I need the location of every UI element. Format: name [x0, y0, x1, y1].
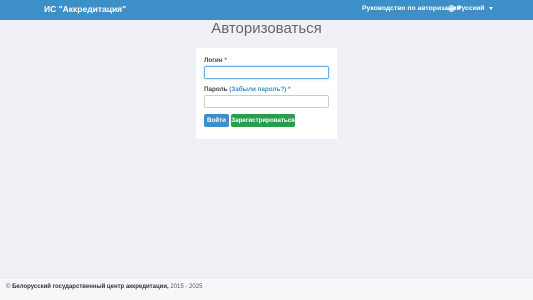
page-title: Авторизоваться [211, 20, 322, 37]
login-button[interactable]: Войти [204, 114, 229, 127]
login-input[interactable] [204, 66, 329, 79]
chevron-down-icon [489, 7, 494, 10]
footer-organization: Белорусский государственный центр аккред… [12, 284, 169, 290]
login-label: Логин * [204, 57, 227, 64]
register-button[interactable]: Зарегистрироваться [231, 114, 295, 127]
password-input[interactable] [204, 95, 329, 108]
forgot-password-link[interactable]: (Забыли пароль?) [229, 86, 286, 93]
footer: © Белорусский государственный центр аккр… [0, 277, 533, 300]
password-label: Пароль (Забыли пароль?) * [204, 86, 290, 93]
required-mark: * [224, 57, 227, 64]
brand-link[interactable]: ИС "Аккредитация" [44, 4, 126, 14]
footer-years: 2015 - 2025 [170, 284, 203, 290]
login-card: Логин * Пароль (Забыли пароль?) * Войти … [196, 48, 337, 139]
language-label: Русский [457, 5, 485, 12]
globe-icon [448, 5, 455, 12]
auth-guide-link[interactable]: Руководство по авторизации [362, 5, 461, 12]
required-mark: * [288, 86, 291, 93]
top-navbar: ИС "Аккредитация" Руководство по авториз… [0, 0, 533, 20]
login-label-text: Логин [204, 57, 223, 64]
copyright-symbol: © [6, 284, 11, 290]
language-dropdown[interactable]: Русский [448, 5, 494, 12]
footer-copyright: © Белорусский государственный центр аккр… [6, 284, 202, 290]
password-label-text: Пароль [204, 86, 228, 93]
